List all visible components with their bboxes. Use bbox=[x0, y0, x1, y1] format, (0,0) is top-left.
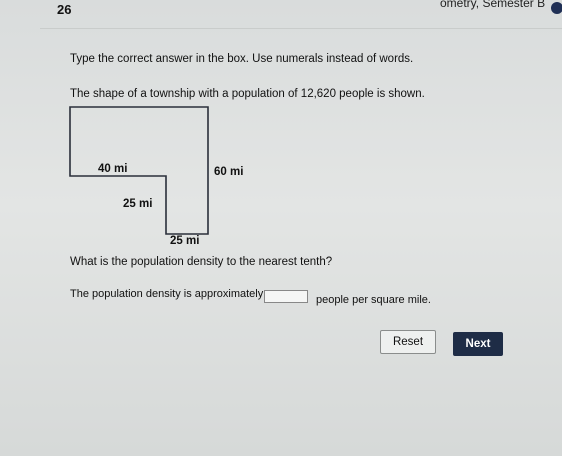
answer-lead-text: The population density is approximately bbox=[70, 288, 264, 300]
answer-unit-text: people per square mile. bbox=[316, 294, 431, 306]
label-25-mi-step: 25 mi bbox=[123, 198, 153, 210]
answer-input[interactable] bbox=[264, 290, 308, 303]
reset-button[interactable]: Reset bbox=[380, 330, 436, 354]
label-25-mi-bottom: 25 mi bbox=[170, 235, 200, 247]
township-outline bbox=[69, 106, 209, 235]
next-button[interactable]: Next bbox=[453, 332, 503, 356]
label-40-mi: 40 mi bbox=[98, 163, 128, 175]
township-shape-figure bbox=[69, 106, 209, 235]
label-60-mi: 60 mi bbox=[214, 166, 244, 178]
question-text: What is the population density to the ne… bbox=[70, 256, 333, 268]
